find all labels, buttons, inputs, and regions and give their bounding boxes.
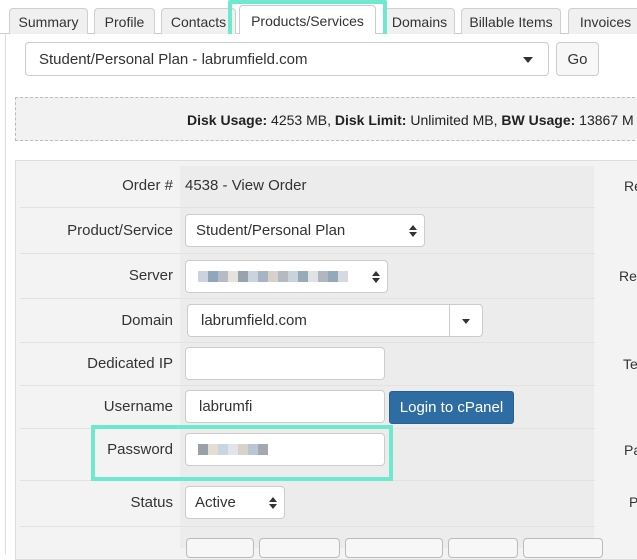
domain-input[interactable]: labrumfield.com <box>187 304 452 337</box>
username-value: labrumfi <box>199 398 253 415</box>
bottom-button-4[interactable] <box>448 538 518 558</box>
bottom-button-5[interactable] <box>523 538 603 558</box>
order-value[interactable]: 4538 - View Order <box>185 177 306 194</box>
dedicated-ip-label: Dedicated IP <box>87 355 173 372</box>
password-highlight <box>91 425 393 481</box>
bw-usage-label: BW Usage: <box>501 112 576 128</box>
bottom-button-2[interactable] <box>259 538 340 558</box>
right-label-5: P <box>629 494 637 510</box>
tab-contacts[interactable]: Contacts <box>161 8 236 35</box>
row-divider <box>20 253 595 254</box>
domain-label: Domain <box>121 312 173 329</box>
row-divider <box>20 342 595 343</box>
bottom-button-3[interactable] <box>345 538 443 558</box>
go-button[interactable]: Go <box>556 42 599 76</box>
right-label-3: Te <box>623 356 637 372</box>
status-select[interactable]: Active <box>185 486 285 519</box>
updown-arrows-icon <box>372 270 380 283</box>
tab-profile[interactable]: Profile <box>94 8 155 35</box>
row-divider <box>20 526 595 527</box>
domain-dropdown-button[interactable] <box>449 304 483 337</box>
chevron-down-icon <box>523 57 533 63</box>
status-label: Status <box>130 494 173 511</box>
bottom-button-1[interactable] <box>186 538 254 558</box>
bw-usage-value: 13867 M <box>579 112 634 128</box>
row-divider <box>20 385 595 386</box>
row-divider <box>20 298 595 299</box>
order-label: Order # <box>122 177 173 194</box>
server-value-redacted <box>198 271 348 282</box>
product-service-value: Student/Personal Plan <box>196 222 346 239</box>
domain-value: labrumfield.com <box>201 312 307 329</box>
updown-arrows-icon <box>409 224 417 237</box>
disk-usage-value: 4253 MB, <box>271 112 331 128</box>
product-service-label: Product/Service <box>67 222 173 239</box>
login-to-cpanel-button[interactable]: Login to cPanel <box>389 391 514 424</box>
right-label-1: Re <box>624 178 637 194</box>
disk-usage-label: Disk Usage: <box>187 112 268 128</box>
disk-limit-value: Unlimited MB, <box>410 112 498 128</box>
username-label: Username <box>103 398 173 415</box>
row-divider <box>20 207 595 208</box>
tab-domains[interactable]: Domains <box>384 8 455 35</box>
service-select[interactable]: Student/Personal Plan - labrumfield.com <box>25 42 549 76</box>
right-label-2: Rec <box>619 268 637 284</box>
product-service-select[interactable]: Student/Personal Plan <box>185 214 425 247</box>
status-value: Active <box>195 494 236 511</box>
right-label-4: Pa <box>624 442 637 458</box>
updown-arrows-icon <box>269 496 277 509</box>
dedicated-ip-input[interactable] <box>185 347 385 380</box>
disk-limit-label: Disk Limit: <box>334 112 407 128</box>
server-select[interactable] <box>185 260 388 293</box>
tab-billable-items[interactable]: Billable Items <box>461 8 561 35</box>
usage-bar: Disk Usage: 4253 MB, Disk Limit: Unlimit… <box>15 97 637 141</box>
username-input[interactable]: labrumfi <box>185 390 385 423</box>
tab-invoices[interactable]: Invoices <box>568 8 637 35</box>
tab-summary[interactable]: Summary <box>9 8 88 35</box>
service-select-value: Student/Personal Plan - labrumfield.com <box>39 50 308 68</box>
chevron-down-icon <box>462 319 470 324</box>
server-label: Server <box>128 267 173 284</box>
